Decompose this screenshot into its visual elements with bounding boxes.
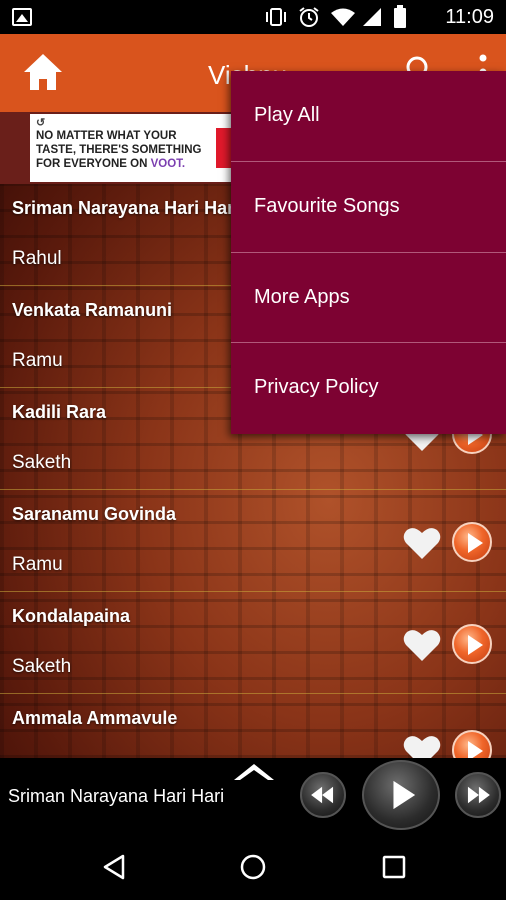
play-icon [393,780,416,810]
song-artist: Ramu [12,350,63,371]
overflow-menu: Play All Favourite Songs More Apps Priva… [231,71,506,434]
fast-forward-button[interactable] [455,772,501,818]
menu-item-more-apps[interactable]: More Apps [231,253,506,344]
menu-item-privacy-policy[interactable]: Privacy Policy [231,343,506,434]
song-artist: Ramu [12,554,63,575]
ad-choices-icon[interactable]: ↺ [36,118,232,129]
menu-item-play-all[interactable]: Play All [231,71,506,162]
ad-line-3: FOR EVERYONE ON [36,158,151,170]
signal-icon [363,8,381,26]
song-title: Venkata Ramanuni [12,300,173,320]
song-row[interactable]: Saranamu Govinda Ramu [0,490,506,592]
system-nav-bar [0,834,506,900]
wifi-icon [331,8,355,26]
alarm-icon [299,7,319,27]
back-icon[interactable] [102,854,126,880]
now-playing-title: Sriman Narayana Hari Hari [8,786,225,806]
now-playing-bar: Sriman Narayana Hari Hari [0,758,506,834]
expand-icon[interactable] [232,760,276,782]
recents-icon[interactable] [382,855,406,879]
ad-line-1: NO MATTER WHAT YOUR [36,130,177,142]
play-icon[interactable] [452,624,492,664]
heart-icon[interactable] [403,734,441,758]
ad-brand: VOOT. [150,158,186,170]
song-row[interactable]: Kondalapaina Saketh [0,592,506,694]
play-icon[interactable] [452,730,492,758]
fast-forward-icon [467,786,490,804]
battery-icon [394,5,406,28]
rewind-button[interactable] [300,772,346,818]
song-title: Kondalapaina [12,606,131,626]
song-artist: Saketh [12,656,72,677]
song-title: Kadili Rara [12,402,107,422]
play-icon[interactable] [452,522,492,562]
song-title: Saranamu Govinda [12,504,177,524]
song-artist: Saketh [12,452,72,473]
clock: 11:09 [445,6,494,28]
ad-line-2: TASTE, THERE'S SOMETHING [36,144,202,156]
heart-icon[interactable] [403,628,441,662]
rewind-icon [311,786,334,804]
song-row[interactable]: Ammala Ammavule [0,694,506,758]
vibrate-icon [266,8,286,26]
image-icon [12,8,32,26]
heart-icon[interactable] [403,526,441,560]
song-artist: Rahul [12,248,62,269]
song-title: Sriman Narayana Hari Hari [12,198,240,218]
song-title: Ammala Ammavule [12,708,178,728]
play-button[interactable] [362,760,440,830]
home-circle-icon[interactable] [240,854,266,880]
status-bar: 11:09 [0,0,506,34]
menu-item-favourite-songs[interactable]: Favourite Songs [231,162,506,253]
ad-banner[interactable]: ↺ NO MATTER WHAT YOUR TASTE, THERE'S SOM… [30,114,238,182]
home-icon[interactable] [22,52,64,92]
